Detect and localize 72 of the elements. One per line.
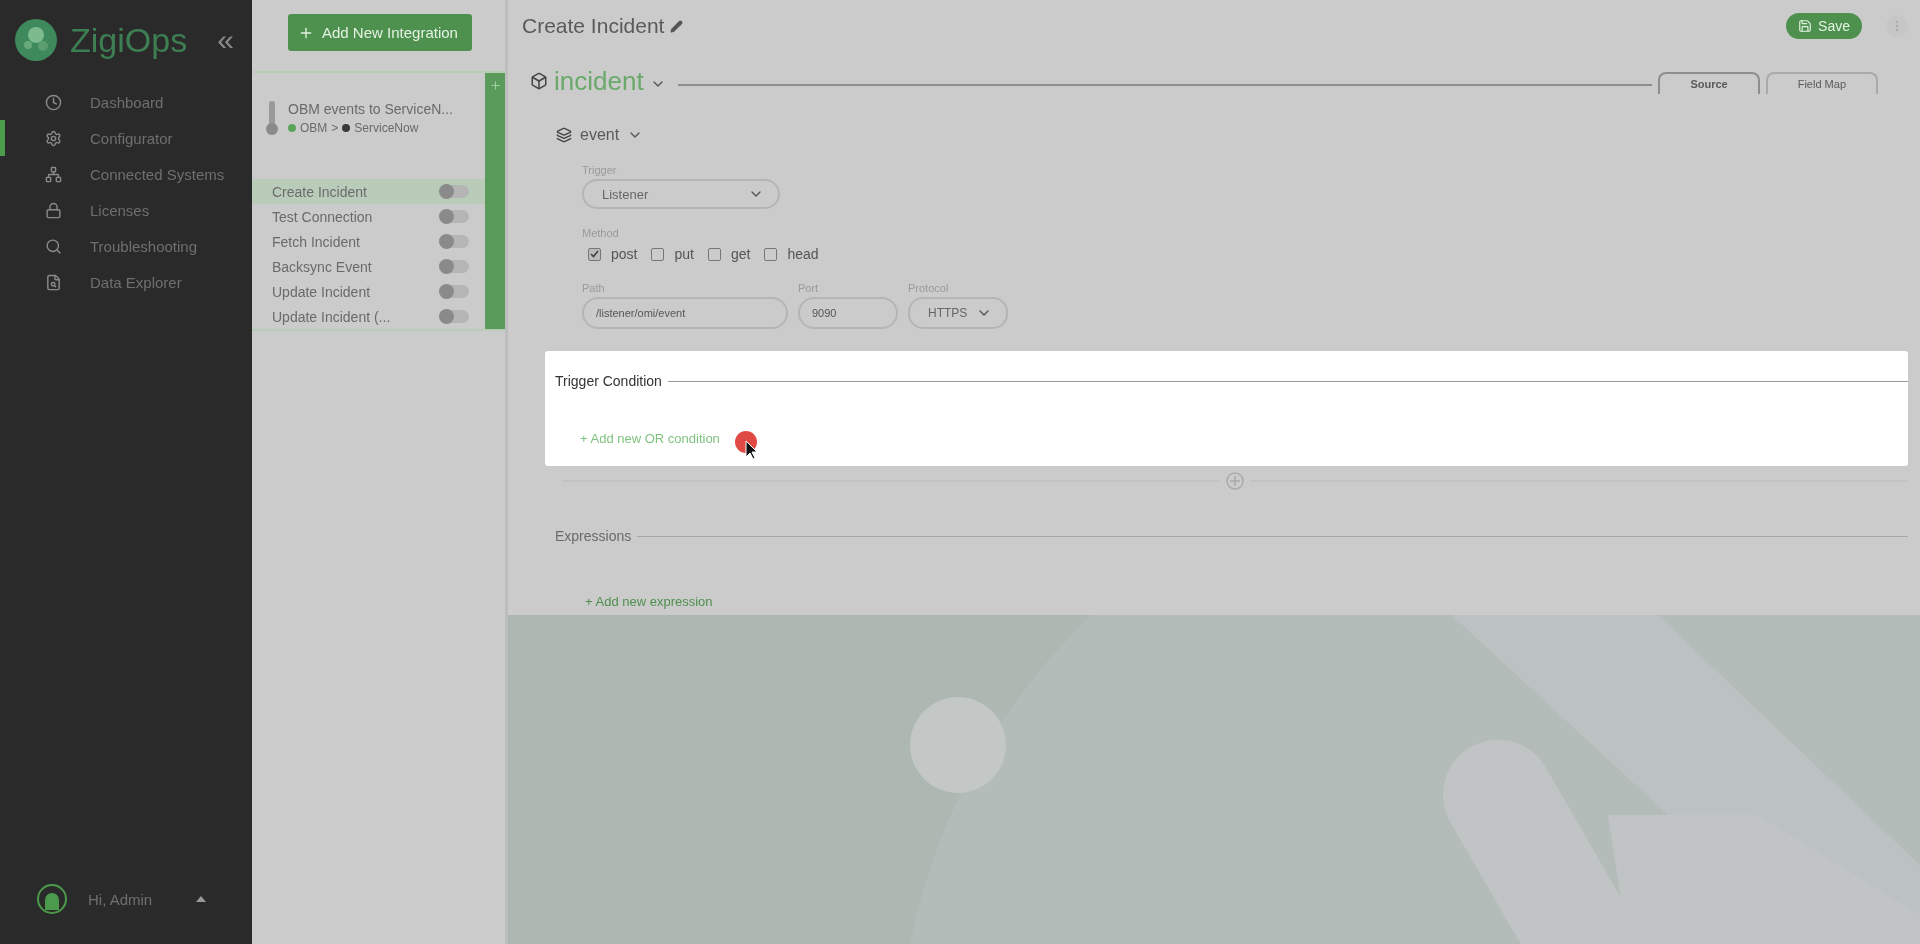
logo-text: ZigiOps bbox=[70, 20, 189, 60]
more-button[interactable] bbox=[1886, 15, 1908, 37]
settings-icon bbox=[45, 129, 62, 147]
edit-icon[interactable] bbox=[670, 19, 684, 33]
thermometer-icon bbox=[266, 101, 278, 135]
entity-name[interactable]: incident bbox=[554, 68, 644, 94]
nav-item[interactable]: Licenses bbox=[0, 192, 252, 228]
add-integration-button[interactable]: Add New Integration bbox=[288, 14, 472, 51]
workflow-toggle[interactable] bbox=[439, 235, 469, 248]
workflow-item[interactable]: Fetch Incident bbox=[252, 229, 485, 254]
avatar-icon bbox=[36, 883, 68, 915]
checkbox-label: put bbox=[674, 246, 694, 262]
path-field[interactable]: /listener/omi/event bbox=[582, 297, 788, 329]
workflow-toggle[interactable] bbox=[439, 310, 469, 323]
save-button[interactable]: Save bbox=[1786, 13, 1862, 39]
layers-icon bbox=[556, 127, 572, 143]
user-name[interactable]: Hi, Admin bbox=[88, 890, 153, 908]
file-search-icon bbox=[45, 273, 62, 291]
lock-icon bbox=[45, 201, 62, 219]
workflow-name: Update Incident (... bbox=[272, 308, 391, 325]
workflow-name: Create Incident bbox=[272, 183, 367, 200]
checkbox-label: get bbox=[730, 246, 751, 262]
page-title: Create Incident bbox=[522, 14, 665, 38]
click-cursor-icon bbox=[735, 431, 759, 459]
nav-item[interactable]: Data Explorer bbox=[0, 264, 252, 300]
nav-item[interactable]: Dashboard bbox=[0, 84, 252, 120]
workflow-toggle[interactable] bbox=[439, 285, 469, 298]
network-icon bbox=[45, 165, 62, 183]
checkbox[interactable] bbox=[764, 247, 778, 261]
workflow-toggle[interactable] bbox=[439, 210, 469, 223]
clock-icon bbox=[45, 93, 62, 111]
source-system: OBM bbox=[300, 121, 328, 135]
tab[interactable]: Field Map bbox=[1765, 72, 1878, 94]
caret-icon[interactable] bbox=[196, 896, 207, 902]
add-expression-link[interactable]: + Add new expression bbox=[585, 594, 713, 609]
logo-icon bbox=[14, 18, 58, 62]
target-system: ServiceNow bbox=[354, 121, 419, 135]
nav-item[interactable]: Connected Systems bbox=[0, 156, 252, 192]
workflow-name: Fetch Incident bbox=[272, 233, 360, 250]
checkbox[interactable] bbox=[588, 247, 601, 261]
workflow-name: Test Connection bbox=[272, 208, 373, 225]
checkbox-label: post bbox=[611, 246, 638, 262]
workflow-item[interactable]: Test Connection bbox=[252, 204, 485, 229]
checkbox[interactable] bbox=[707, 247, 721, 261]
nav-item[interactable]: Configurator bbox=[0, 120, 252, 156]
checkbox-label: head bbox=[787, 246, 819, 262]
workflow-item[interactable]: Update Incident (... bbox=[252, 304, 485, 329]
workflow-toggle[interactable] bbox=[439, 260, 469, 273]
add-circle-icon[interactable] bbox=[1226, 472, 1244, 490]
collapse-button[interactable]: « bbox=[217, 23, 234, 57]
plus-icon bbox=[488, 79, 502, 92]
workflow-item[interactable]: Update Incident bbox=[252, 279, 485, 304]
search-icon bbox=[45, 237, 62, 255]
source-name[interactable]: event bbox=[580, 126, 620, 144]
workflow-name: Backsync Event bbox=[272, 258, 372, 275]
section-title: Expressions bbox=[555, 528, 632, 544]
port-field[interactable]: 9090 bbox=[798, 297, 898, 329]
save-icon bbox=[1798, 19, 1813, 33]
trigger-select[interactable]: Listener bbox=[582, 179, 780, 209]
workflow-item[interactable]: Backsync Event bbox=[252, 254, 485, 279]
route-separator: > bbox=[331, 121, 339, 135]
nav-item[interactable]: Troubleshooting bbox=[0, 228, 252, 264]
workflow-name: Update Incident bbox=[272, 283, 371, 300]
checkbox[interactable] bbox=[651, 247, 665, 261]
cube-icon bbox=[530, 72, 548, 90]
add-condition-link[interactable]: + Add new OR condition bbox=[580, 431, 720, 446]
protocol-select[interactable]: HTTPS bbox=[908, 297, 1008, 329]
integration-name[interactable]: OBM events to ServiceN... bbox=[288, 101, 453, 117]
tab[interactable]: Source bbox=[1658, 72, 1760, 94]
workflow-toggle[interactable] bbox=[439, 185, 469, 198]
section-title: Trigger Condition bbox=[555, 373, 662, 389]
workflow-item[interactable]: Create Incident bbox=[252, 179, 485, 204]
